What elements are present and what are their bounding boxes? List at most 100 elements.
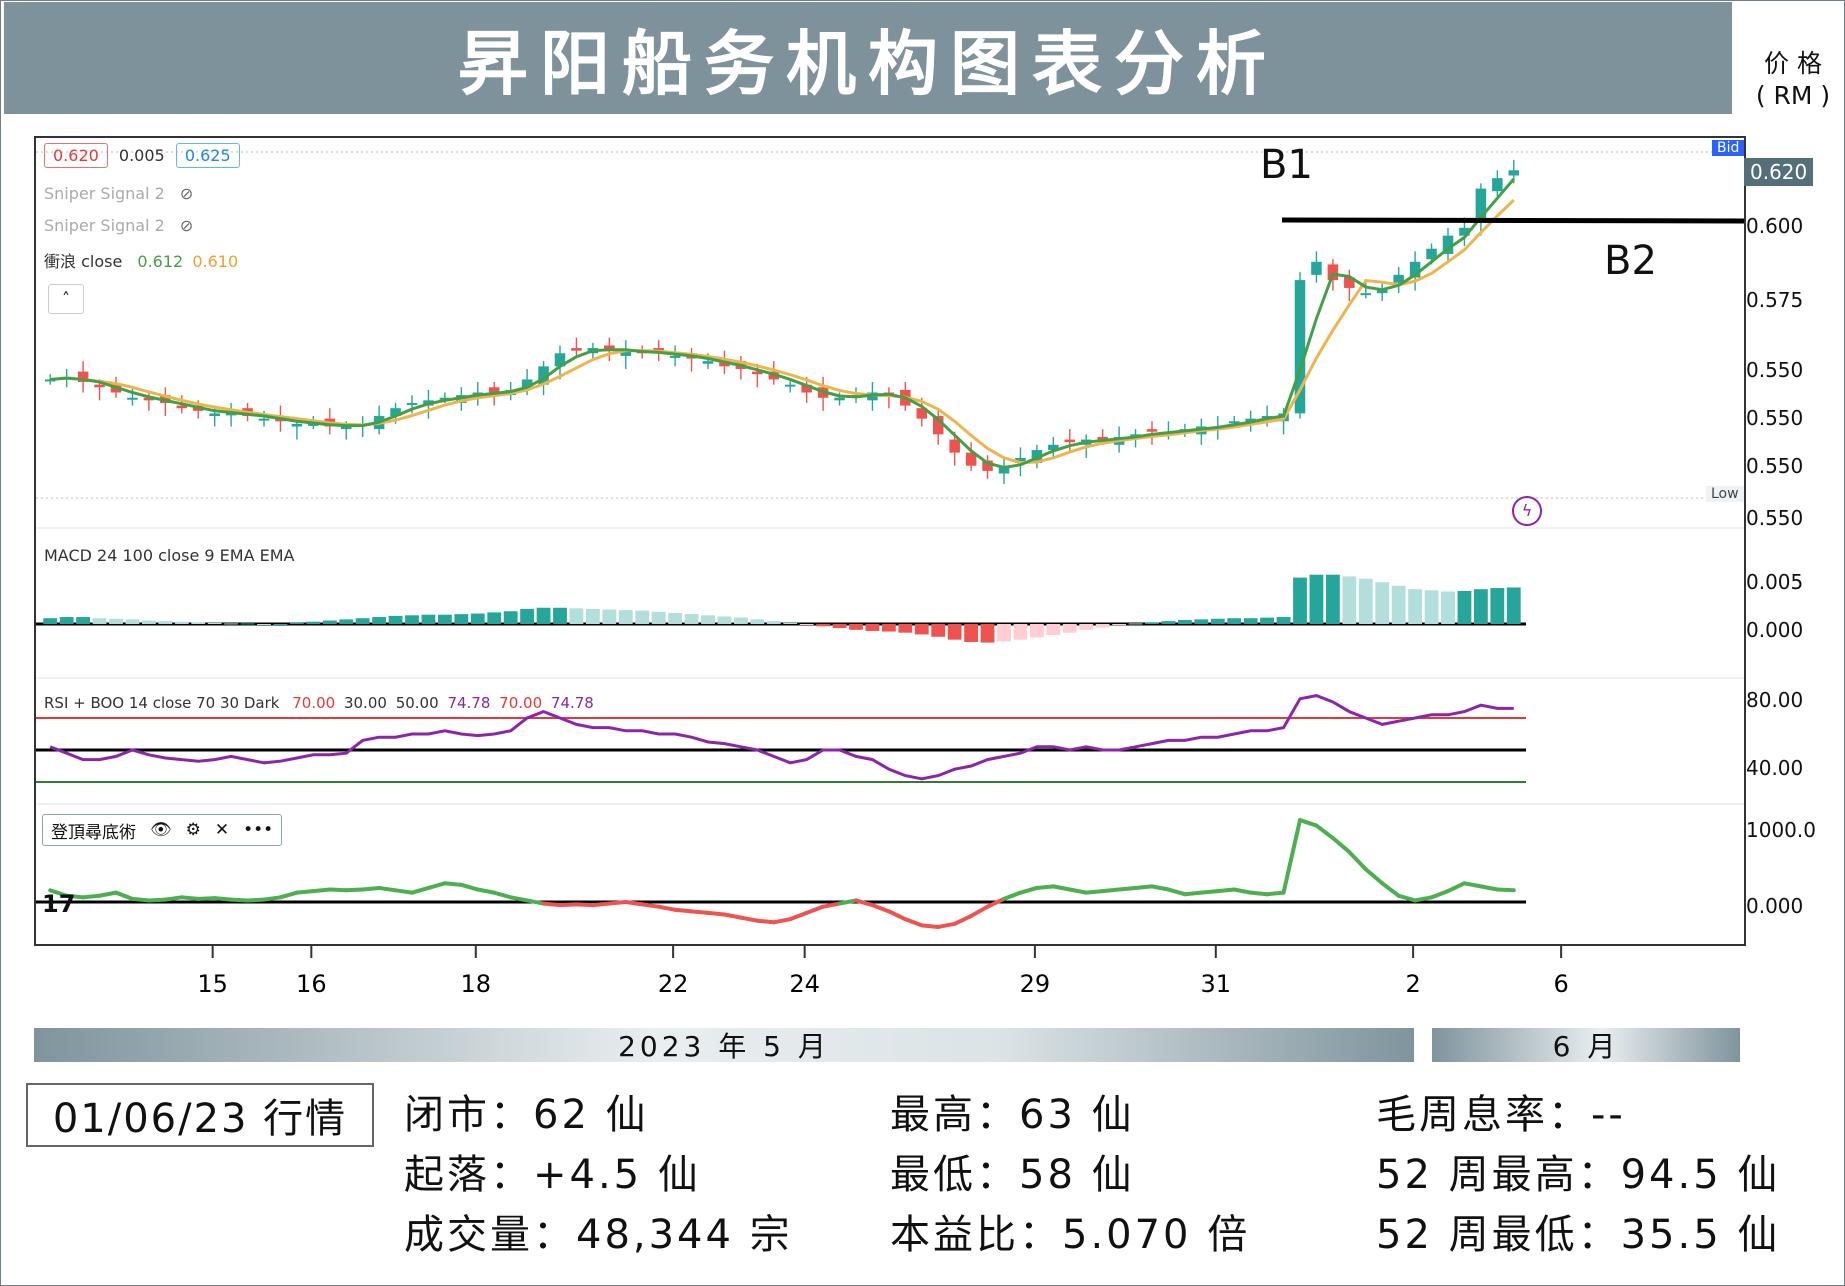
osc-segment	[163, 895, 184, 902]
macd-bar	[1408, 589, 1423, 624]
macd-bar	[783, 622, 798, 624]
candle-body	[406, 402, 418, 405]
osc-segment	[212, 896, 234, 902]
x-tick-label: 2	[1405, 970, 1420, 998]
osc-segment	[804, 904, 826, 915]
gear-icon[interactable]: ⚙	[186, 820, 201, 840]
osc-segment	[590, 901, 612, 908]
macd-bar	[1013, 624, 1028, 640]
osc-segment	[1034, 884, 1056, 890]
sniper-signal-2-label: Sniper Signal 2	[44, 216, 165, 235]
macd-bar	[536, 607, 551, 624]
lightning-icon[interactable]: ϟ	[1512, 496, 1542, 526]
macd-bar	[947, 624, 962, 640]
osc-segment	[722, 912, 743, 920]
ohlc-open-value: 0.620	[44, 143, 108, 168]
osc-segment	[1380, 881, 1401, 898]
macd-bar	[569, 608, 584, 624]
ma-legend-label: 衝浪 close	[44, 252, 123, 271]
macd-bar	[1506, 587, 1521, 624]
low-tag: Low	[1706, 486, 1744, 502]
hidden-eye-icon[interactable]: ⊘	[180, 184, 193, 203]
close-icon[interactable]: ✕	[215, 820, 229, 840]
price-tick: 0.550	[1746, 406, 1804, 430]
ma-legend: 衝浪 close 0.612 0.610	[44, 248, 238, 272]
osc-segment	[969, 904, 990, 919]
price-tick: 0.575	[1746, 288, 1804, 312]
candle-body	[127, 397, 138, 400]
x-tick-label: 29	[1020, 970, 1051, 998]
macd-bar	[914, 624, 929, 635]
x-axis-ticks: 15 16 18 22 24 29 31 2 6	[197, 946, 1569, 998]
stat-volume: 成交量：48,344 宗	[404, 1212, 793, 1258]
eye-icon[interactable]: 👁	[150, 820, 172, 840]
osc-segment	[1429, 889, 1450, 900]
macd-bar	[1062, 624, 1077, 633]
macd-bar	[520, 608, 535, 624]
candle-body	[1146, 429, 1158, 432]
x-tick-label: 6	[1553, 970, 1568, 998]
osc-segment	[1150, 884, 1171, 892]
hidden-eye-icon[interactable]: ⊘	[180, 216, 193, 235]
macd-bar	[1079, 624, 1094, 630]
osc-segment	[1084, 889, 1105, 895]
macd-bar	[1490, 588, 1505, 624]
osc-segment	[1166, 887, 1187, 897]
osc-tick: 1000.0	[1746, 818, 1816, 842]
rsi-value-4: 74.78	[447, 694, 491, 712]
osc-segment	[426, 881, 447, 890]
candle-body	[94, 384, 105, 388]
macd-bar	[799, 624, 814, 625]
macd-bar	[1112, 624, 1127, 626]
osc-segment	[738, 915, 760, 923]
oscillator-legend: 登頂尋底術 👁 ⚙ ✕ •••	[42, 814, 283, 846]
macd-bar	[306, 621, 321, 624]
candle-body	[834, 397, 845, 401]
month-label-june: 6 月	[1552, 1030, 1620, 1063]
stat-low: 最低：58 仙	[890, 1152, 1135, 1198]
stat-close: 闭市：62 仙	[404, 1092, 649, 1138]
oscillator-label: 登頂尋底術	[51, 822, 136, 843]
macd-bar	[273, 624, 288, 625]
macd-bar	[191, 622, 206, 624]
macd-bar	[1309, 574, 1324, 624]
x-axis: 15 16 18 22 24 29 31 2 6	[34, 946, 1742, 1006]
candle-body	[209, 413, 220, 417]
price-unit-label: 价 格 ( RM )	[1745, 48, 1841, 112]
osc-segment	[1330, 836, 1352, 855]
osc-segment	[1265, 890, 1286, 897]
rsi-value-1: 70.00	[292, 694, 336, 712]
candle-body	[571, 348, 582, 351]
macd-tick: 0.005	[1746, 570, 1804, 594]
stat-pe: 本益比：5.070 倍	[890, 1212, 1251, 1258]
macd-bar	[470, 613, 485, 624]
chart-canvas	[36, 151, 1744, 929]
macd-bar	[733, 617, 748, 624]
osc-segment	[81, 893, 102, 900]
macd-bar	[750, 619, 765, 624]
osc-segment	[706, 910, 727, 917]
x-tick-label: 16	[296, 970, 327, 998]
sniper-signal-1-label: Sniper Signal 2	[44, 184, 165, 203]
osc-segment	[558, 902, 579, 908]
chevron-up-icon: ˄	[62, 289, 70, 308]
title-bar: 昇阳船务机构图表分析	[4, 2, 1732, 114]
osc-segment	[870, 903, 891, 914]
macd-bar	[1276, 617, 1291, 624]
macd-bar	[76, 617, 91, 624]
stat-change: 起落：+4.5 仙	[404, 1152, 701, 1198]
macd-bar	[881, 624, 896, 632]
macd-bar	[832, 624, 847, 629]
more-icon[interactable]: •••	[243, 820, 273, 840]
osc-segment	[903, 917, 924, 928]
osc-segment	[179, 895, 201, 901]
collapse-legend-button[interactable]: ˄	[48, 284, 84, 314]
macd-bar	[980, 624, 995, 643]
candle-body	[1508, 170, 1520, 176]
macd-bar	[1325, 574, 1340, 624]
macd-bar	[355, 618, 370, 624]
right-axis: 0.620 0.600 0.575 0.550 0.550 0.550 0.55…	[1744, 136, 1844, 946]
macd-bar	[92, 618, 107, 624]
rsi-legend-label: RSI + BOO 14 close 70 30 Dark	[44, 694, 280, 712]
osc-segment	[294, 889, 316, 895]
